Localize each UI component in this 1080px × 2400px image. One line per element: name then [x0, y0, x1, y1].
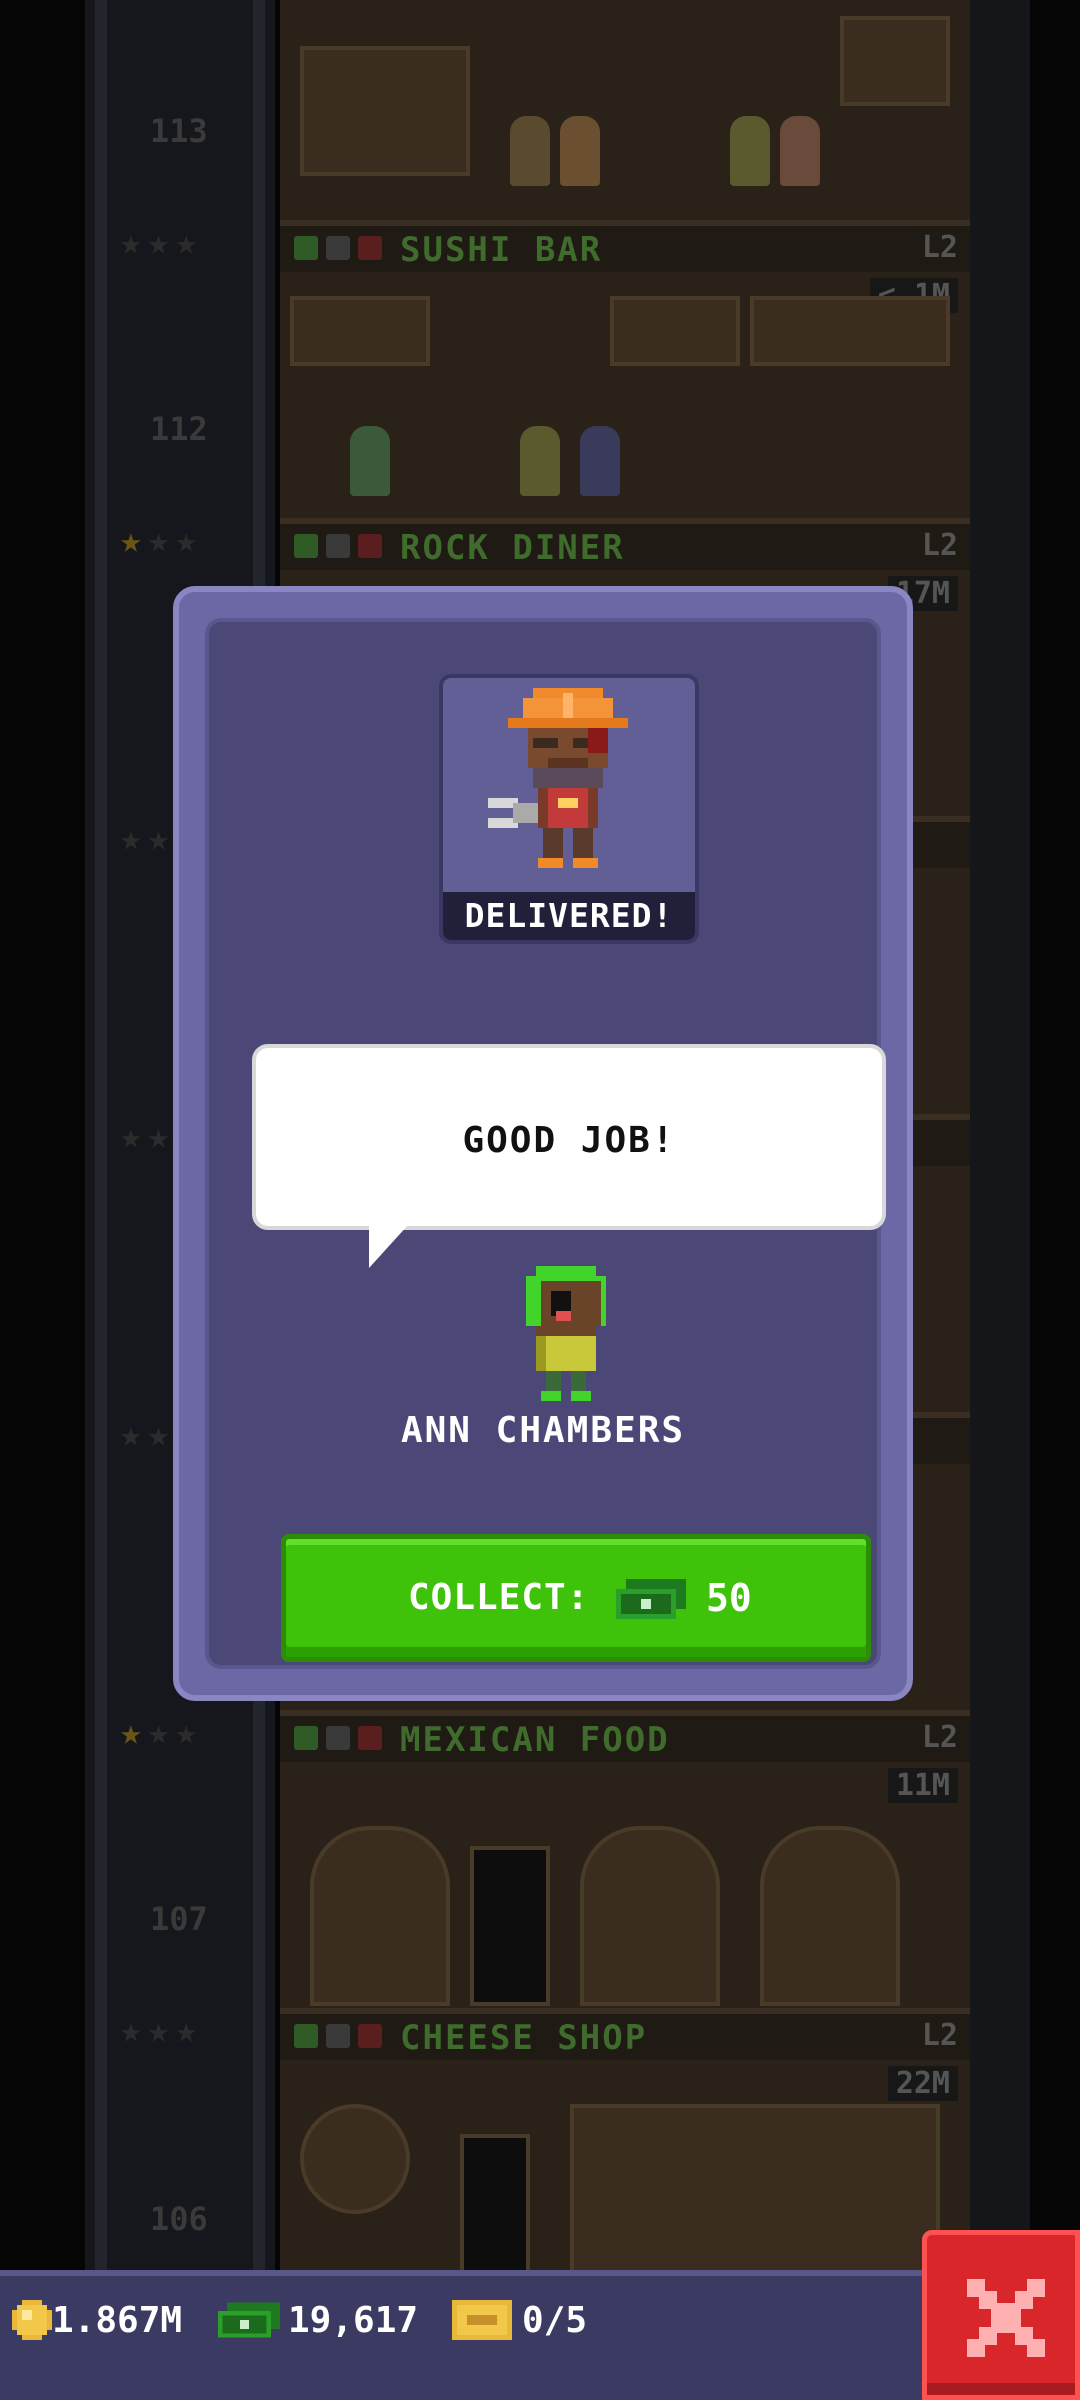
floor-cheese-shop[interactable]: CHEESE SHOP L2 22M: [280, 2008, 970, 2270]
tower-right-wall: [960, 0, 1030, 2270]
floor-name: MEXICAN FOOD: [400, 1720, 670, 1760]
floor-number: 107: [150, 1900, 208, 1938]
coins-counter[interactable]: 1.867M: [12, 2276, 182, 2400]
floor-name: SUSHI BAR: [400, 230, 603, 270]
floor-number: 106: [150, 2200, 208, 2238]
floor-stars: ★★★: [120, 222, 204, 263]
bux-value: 19,617: [288, 2300, 419, 2341]
floor-number: 112: [150, 410, 208, 448]
worker-portrait: DELIVERED!: [439, 674, 699, 944]
floor-level: L2: [921, 528, 958, 563]
floor-status-icons: [294, 1726, 394, 1752]
close-button[interactable]: [922, 2230, 1080, 2400]
ticket-icon: [452, 2300, 512, 2340]
floor-name: CHEESE SHOP: [400, 2018, 648, 2058]
floor-stars: ★★★: [120, 1712, 204, 1753]
speech-bubble: GOOD JOB!: [252, 1044, 886, 1230]
floor-level: L2: [921, 1720, 958, 1755]
tickets-value: 0/5: [522, 2300, 588, 2341]
floor-price: 11M: [887, 1768, 958, 1803]
speech-bubble-tail: [369, 1224, 409, 1268]
green-hood-customer-icon: [526, 1266, 606, 1401]
coins-value: 1.867M: [52, 2300, 183, 2341]
floor-mexican-food[interactable]: MEXICAN FOOD L2 11M: [280, 1710, 970, 2008]
collect-amount: 50: [706, 1576, 752, 1620]
delivery-dialog: DELIVERED! GOOD JOB! ANN CHAMBERS COLLEC…: [173, 586, 913, 1701]
bux-bill-icon: [218, 2302, 280, 2338]
floor-sushi-bar[interactable]: SUSHI BAR L2 < 1M: [280, 220, 970, 518]
bux-bill-icon: [616, 1579, 686, 1619]
floor-status-icons: [294, 236, 394, 262]
speech-text: GOOD JOB!: [462, 1120, 676, 1161]
delivered-label: DELIVERED!: [443, 892, 695, 940]
floor-top[interactable]: [280, 0, 970, 228]
close-icon: [967, 2279, 1045, 2357]
bux-counter[interactable]: 19,617: [218, 2276, 418, 2400]
coin-icon: [12, 2300, 52, 2340]
floor-number: 113: [150, 112, 208, 150]
customer-avatar: [521, 1266, 621, 1410]
floor-status-icons: [294, 2024, 394, 2050]
customer-name: ANN CHAMBERS: [400, 1410, 686, 1451]
floor-name: ROCK DINER: [400, 528, 625, 568]
floor-level: L2: [921, 230, 958, 265]
dialog-panel: DELIVERED! GOOD JOB! ANN CHAMBERS COLLEC…: [205, 618, 886, 1669]
floor-stars: ★★★: [120, 2010, 204, 2051]
construction-worker-icon: [488, 688, 628, 868]
bottom-hud-bar: 1.867M 19,617 0/5: [0, 2270, 1080, 2400]
floor-status-icons: [294, 534, 394, 560]
collect-label: COLLECT:: [408, 1577, 590, 1618]
floor-stars: ★★★: [120, 520, 204, 561]
tickets-counter[interactable]: 0/5: [452, 2276, 587, 2400]
collect-button[interactable]: COLLECT: 50: [281, 1534, 871, 1662]
floor-level: L2: [921, 2018, 958, 2053]
floor-price: 22M: [887, 2066, 958, 2101]
